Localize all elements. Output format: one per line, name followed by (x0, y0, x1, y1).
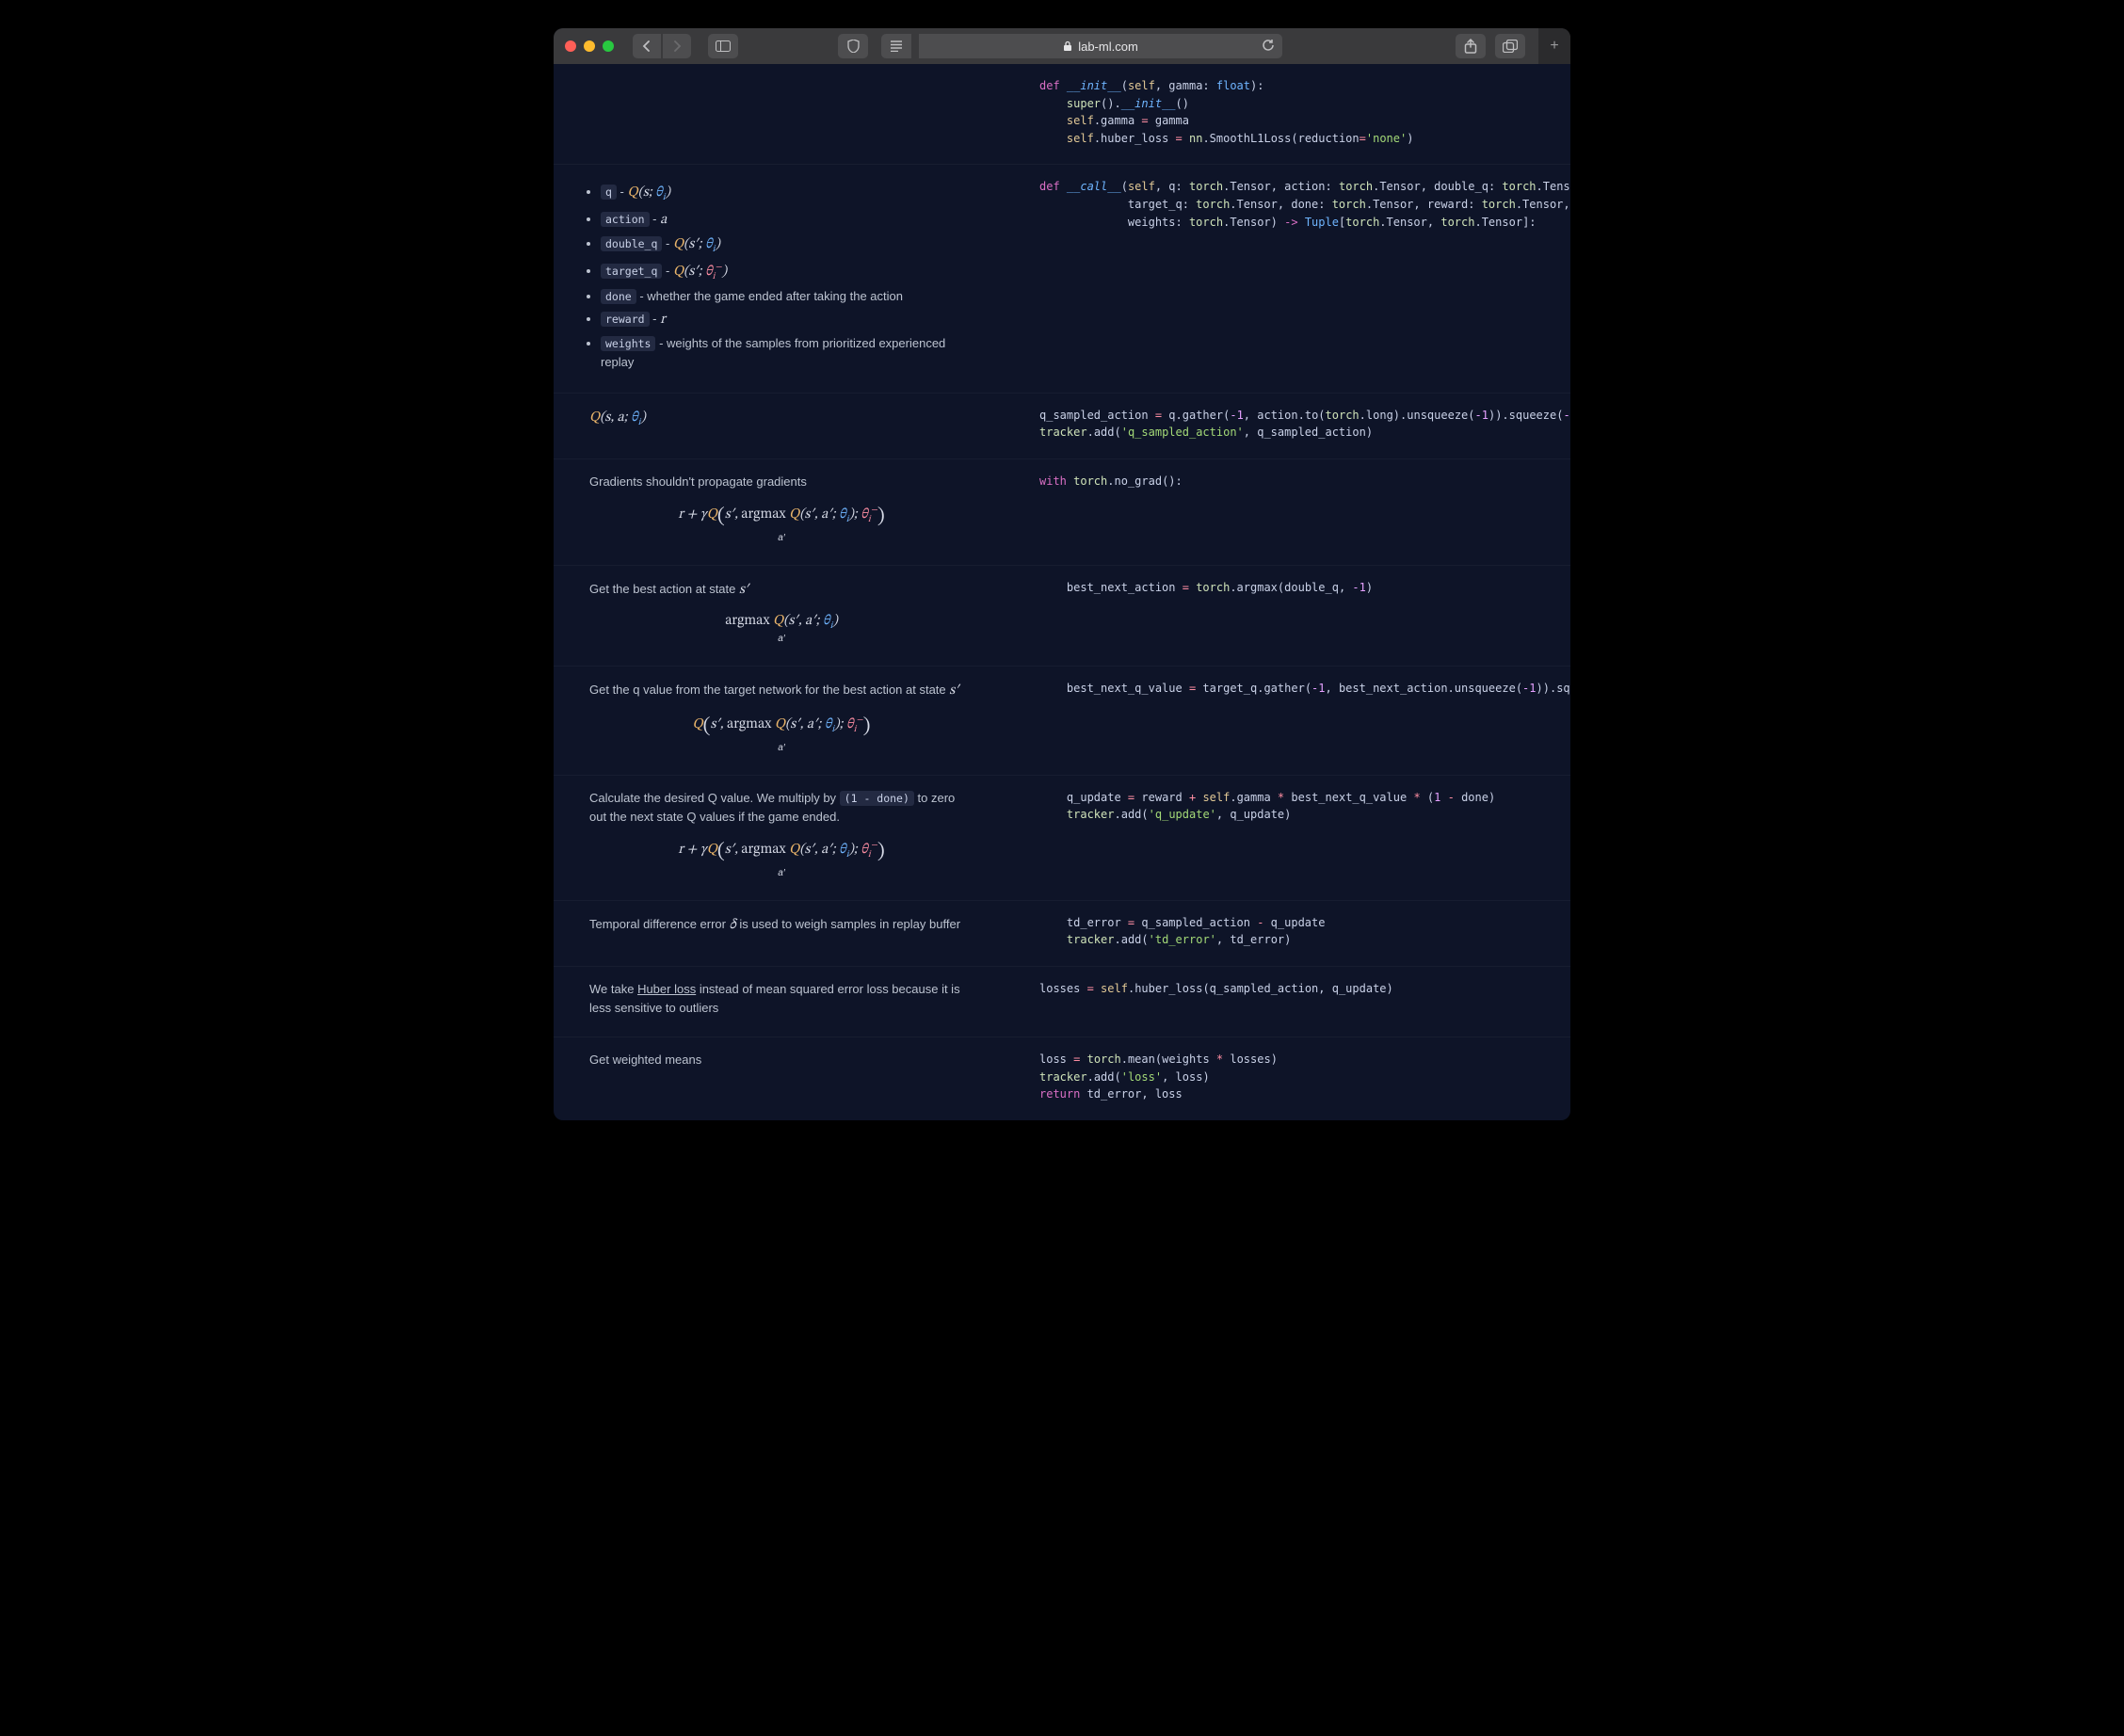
minimize-window-button[interactable] (584, 40, 595, 52)
section-best-action: Get the best action at state s′ argmax Q… (554, 565, 1570, 666)
param-desc: - whether the game ended after taking th… (636, 289, 903, 303)
param-desc: - (650, 212, 661, 226)
param-item: weights - weights of the samples from pr… (601, 334, 974, 372)
param-math: Q(s′; θi−) (673, 265, 727, 279)
doc-text: Calculate the desired Q value. We multip… (589, 791, 840, 805)
code-block: def __call__(self, q: torch.Tensor, acti… (992, 165, 1570, 392)
titlebar: lab-ml.com + (554, 28, 1570, 64)
param-list: q - Q(s; θi)action - adouble_q - Q(s′; θ… (584, 182, 974, 371)
shield-icon (847, 40, 860, 53)
param-item: reward - r (601, 309, 974, 330)
param-math: Q(s; θi) (628, 185, 670, 200)
doc-text: Temporal difference error (589, 917, 730, 931)
param-math: a (660, 213, 667, 227)
section-q-update: Calculate the desired Q value. We multip… (554, 775, 1570, 900)
math-inline: s′ (739, 583, 748, 597)
code-block: td_error = q_sampled_action - q_update t… (992, 901, 1570, 966)
sidebar-toggle-button[interactable] (708, 34, 738, 58)
code-block: best_next_q_value = target_q.gather(-1, … (992, 667, 1570, 775)
back-button[interactable] (633, 34, 661, 58)
doc-text: Gradients shouldn't propagate gradients (589, 473, 974, 491)
math-expr: Q(s′, argmax Q(s′, a′; θi); θi−) (693, 717, 871, 731)
section-best-q: Get the q value from the target network … (554, 666, 1570, 775)
param-desc: - (650, 312, 661, 326)
param-math: r (660, 313, 666, 327)
code-block: q_update = reward + self.gamma * best_ne… (992, 776, 1570, 900)
code-block: best_next_action = torch.argmax(double_q… (992, 566, 1570, 666)
section-loss: Get weighted means loss = torch.mean(wei… (554, 1037, 1570, 1120)
code-block: losses = self.huber_loss(q_sampled_actio… (992, 967, 1570, 1037)
math-inline: δ (730, 918, 736, 932)
code-block: with torch.no_grad(): (992, 459, 1570, 565)
code-block: loss = torch.mean(weights * losses)track… (992, 1037, 1570, 1120)
share-button[interactable] (1456, 34, 1486, 58)
annotated-source: def __init__(self, gamma: float): super(… (554, 64, 1570, 1120)
section-td-error: Temporal difference error δ is used to w… (554, 900, 1570, 966)
chevron-right-icon (671, 40, 683, 52)
doc-text: Get weighted means (589, 1051, 974, 1069)
code-block: def __init__(self, gamma: float): super(… (992, 64, 1570, 164)
param-item: target_q - Q(s′; θi−) (601, 261, 974, 285)
param-desc: - (662, 236, 673, 250)
browser-window: lab-ml.com + def __init__(self, gamma: f… (554, 28, 1570, 1120)
plus-icon: + (1550, 38, 1558, 55)
param-item: q - Q(s; θi) (601, 182, 974, 206)
param-var: q (601, 185, 617, 200)
chevron-left-icon (641, 40, 652, 52)
param-math: Q(s′; θi) (673, 237, 720, 251)
section-q-sampled: Q(s, a; θi) q_sampled_action = q.gather(… (554, 393, 1570, 458)
param-desc: - (662, 264, 673, 278)
math-expr: r + γQ(s′, argmax Q(s′, a′; θi); θi−) (678, 843, 885, 857)
param-item: action - a (601, 209, 974, 231)
sidebar-icon (716, 40, 731, 52)
math-expr: r + γQ(s′, argmax Q(s′, a′; θi); θi−) (678, 507, 885, 522)
section-huber: We take Huber loss instead of mean squar… (554, 966, 1570, 1037)
param-desc: - (617, 185, 628, 199)
section-no-grad: Gradients shouldn't propagate gradients … (554, 458, 1570, 565)
reload-button[interactable] (1262, 39, 1275, 55)
doc-text: Get the q value from the target network … (589, 683, 949, 697)
param-var: action (601, 212, 650, 227)
code-block: q_sampled_action = q.gather(-1, action.t… (992, 394, 1570, 458)
math-subscript: a′ (589, 632, 974, 647)
lock-icon (1063, 40, 1072, 52)
close-window-button[interactable] (565, 40, 576, 52)
param-item: double_q - Q(s′; θi) (601, 233, 974, 258)
param-var: reward (601, 312, 650, 327)
forward-button[interactable] (663, 34, 691, 58)
param-var: done (601, 289, 636, 304)
privacy-report-button[interactable] (838, 34, 868, 58)
reader-mode-button[interactable] (881, 34, 911, 58)
section-init: def __init__(self, gamma: float): super(… (554, 64, 1570, 164)
doc-text: Get the best action at state (589, 582, 739, 596)
math-inline: s′ (949, 683, 958, 698)
inline-code: (1 - done) (840, 791, 914, 806)
zoom-window-button[interactable] (603, 40, 614, 52)
doc-text: is used to weigh samples in replay buffe… (736, 917, 960, 931)
reader-icon (890, 40, 903, 52)
math-subscript: a′ (589, 531, 974, 546)
param-var: weights (601, 336, 655, 351)
huber-loss-link[interactable]: Huber loss (637, 982, 696, 996)
param-item: done - whether the game ended after taki… (601, 287, 974, 306)
url-host: lab-ml.com (1078, 40, 1138, 54)
doc-text: We take (589, 982, 637, 996)
address-bar[interactable]: lab-ml.com (919, 34, 1282, 58)
tabs-overview-button[interactable] (1495, 34, 1525, 58)
window-controls (565, 40, 614, 52)
param-var: double_q (601, 236, 662, 251)
new-tab-button[interactable]: + (1538, 28, 1570, 64)
math-expr: argmax Q(s′, a′; θi) (725, 614, 838, 628)
share-icon (1464, 39, 1477, 54)
tabs-icon (1503, 40, 1518, 53)
math-expr: Q(s, a; θi) (589, 410, 646, 425)
param-var: target_q (601, 264, 662, 279)
section-call-signature: q - Q(s; θi)action - adouble_q - Q(s′; θ… (554, 164, 1570, 392)
math-subscript: a′ (589, 741, 974, 756)
math-subscript: a′ (589, 866, 974, 881)
reload-icon (1262, 39, 1275, 52)
